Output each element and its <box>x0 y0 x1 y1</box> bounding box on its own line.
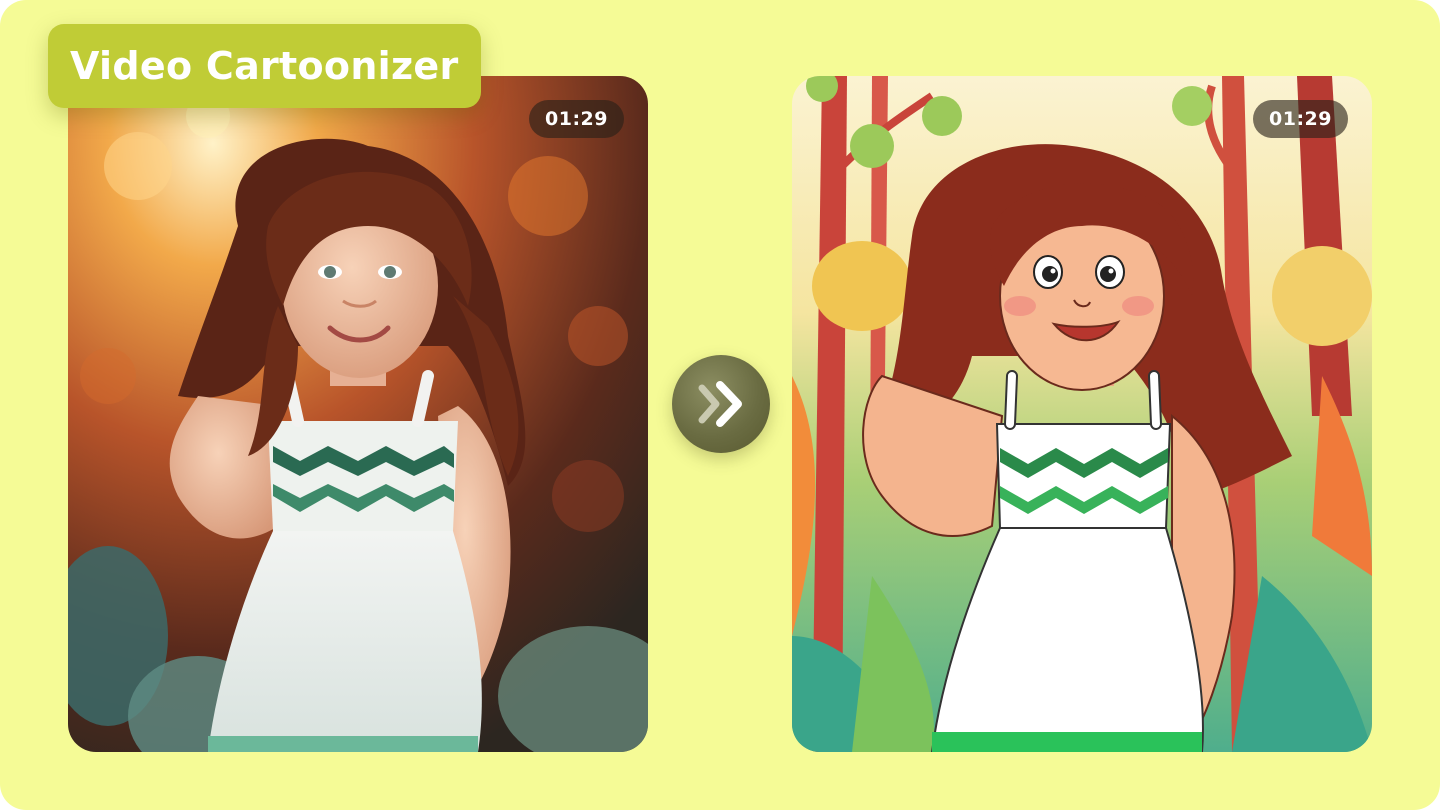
double-chevron-right-icon <box>698 381 742 427</box>
page-title: Video Cartoonizer <box>48 24 481 108</box>
cartoon-video-card[interactable]: 01:29 <box>792 76 1372 752</box>
duration-badge: 01:29 <box>529 100 624 138</box>
convert-button[interactable] <box>672 355 770 453</box>
duration-badge: 01:29 <box>1253 100 1348 138</box>
cartoon-video-thumbnail <box>792 76 1372 752</box>
app-canvas: 01:29 Video Cartoonizer 01:29 <box>0 0 1440 810</box>
original-video-card[interactable]: 01:29 <box>68 76 648 752</box>
original-video-thumbnail <box>68 76 648 752</box>
